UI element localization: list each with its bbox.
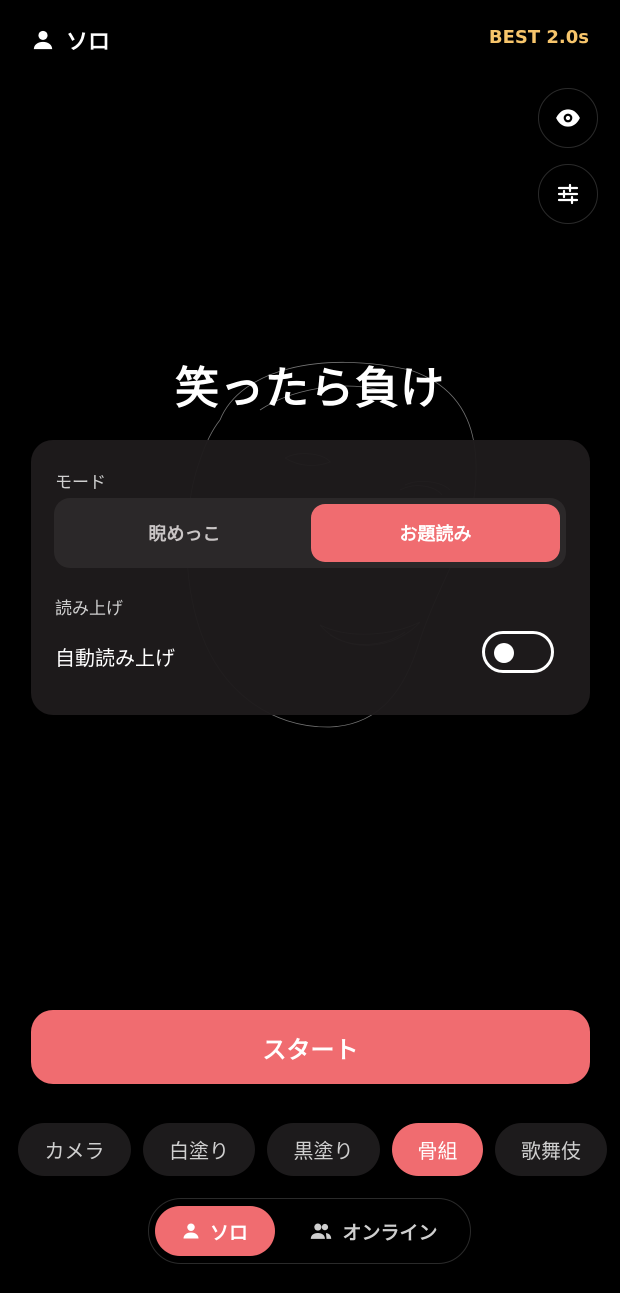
read-section-label: 読み上げ [55,599,123,619]
best-time: BEST 2.0s [488,27,589,48]
filter-chip-white[interactable]: 白塗り [143,1123,255,1176]
nav-online-label: オンライン [342,1221,438,1244]
eye-icon [556,109,580,127]
mode-indicator: ソロ [32,24,110,56]
mode-indicator-label: ソロ [66,30,111,55]
people-icon [311,1223,332,1239]
game-title: 笑ったら負け [175,363,445,414]
mode-section-label: モード [55,473,106,493]
filter-chip-kabuki[interactable]: 歌舞伎 [495,1123,607,1176]
settings-button[interactable] [538,164,598,224]
auto-read-label: 自動読み上げ [55,646,175,670]
person-icon [33,30,53,50]
mode-option-odai[interactable]: お題読み [311,504,560,562]
person-icon [183,1223,199,1239]
sliders-icon [557,183,579,205]
filter-chip-camera[interactable]: カメラ [18,1123,131,1176]
mode-option-niramekko[interactable]: 睨めっこ [60,504,309,562]
play-mode-nav: ソロ オンライン [148,1198,471,1264]
filter-chip-black[interactable]: 黒塗り [267,1123,380,1176]
nav-solo-label: ソロ [209,1221,248,1244]
visibility-button[interactable] [538,88,598,148]
nav-online[interactable]: オンライン [299,1206,449,1256]
auto-read-toggle[interactable] [482,631,554,673]
mode-segmented-control: 睨めっこ お題読み [54,498,566,568]
start-button[interactable]: スタート [31,1010,590,1084]
mode-panel: モード 睨めっこ お題読み 読み上げ 自動読み上げ [31,440,590,715]
filter-chip-skeleton[interactable]: 骨組 [392,1123,483,1176]
nav-solo[interactable]: ソロ [155,1206,275,1256]
toggle-knob [494,643,514,663]
